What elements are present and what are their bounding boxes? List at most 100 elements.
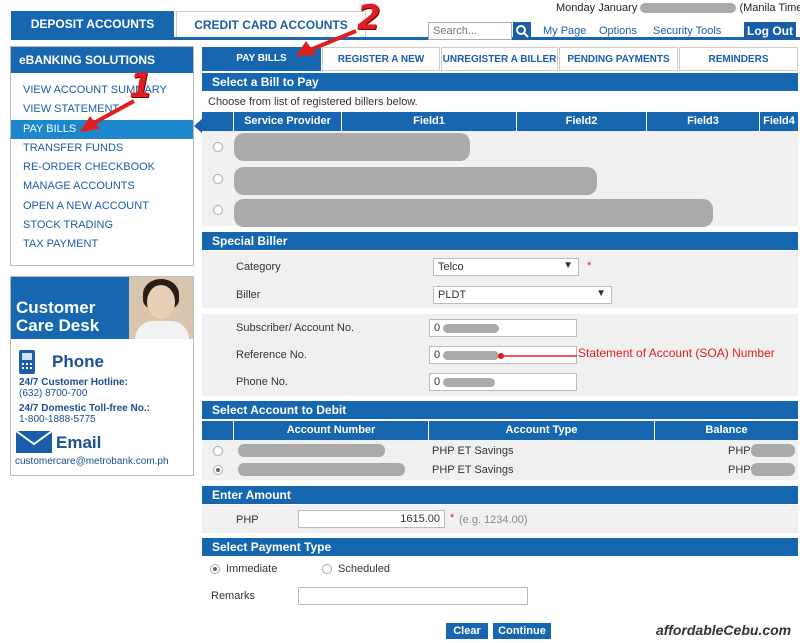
annotation-pointer — [497, 351, 577, 359]
debit-row-2-type: PHP ET Savings — [432, 464, 514, 476]
annotation-arrow-1 — [70, 98, 138, 138]
payment-immediate-label: Immediate — [226, 563, 278, 575]
date-text: Monday January — [556, 2, 638, 14]
date-line: Monday January (Manila Time) — [556, 2, 800, 14]
subscriber-value: 0 — [434, 322, 441, 334]
care-tollfree-label: 24/7 Domestic Toll-free No.: — [19, 403, 150, 414]
debit-account-1-redacted — [238, 444, 385, 457]
amount-input[interactable]: 1615.00 — [298, 510, 445, 528]
subscriber-input[interactable]: 0 — [429, 319, 577, 337]
reference-label: Reference No. — [236, 349, 307, 361]
top-divider — [11, 37, 800, 40]
debit-row-1-type: PHP ET Savings — [432, 445, 514, 457]
debit-balance-1-redacted — [751, 444, 795, 457]
debit-balance-2-redacted — [751, 463, 795, 476]
email-icon — [15, 430, 53, 454]
col-radio — [202, 112, 234, 131]
timezone-text: (Manila Time) — [739, 2, 800, 14]
sidebar: eBANKING SOLUTIONS VIEW ACCOUNT SUMMARY … — [10, 46, 194, 266]
debit-radio-1[interactable] — [213, 446, 223, 456]
care-email-address[interactable]: customercare@metrobank.com.ph — [15, 456, 169, 467]
tab-deposit-accounts[interactable]: DEPOSIT ACCOUNTS — [11, 11, 174, 37]
tab-pending-payments[interactable]: PENDING PAYMENTS — [559, 47, 678, 71]
care-hotline-label: 24/7 Customer Hotline: — [19, 377, 128, 388]
sidebar-item-tax-payment[interactable]: TAX PAYMENT — [11, 235, 193, 254]
biller-value: PLDT — [438, 289, 467, 301]
logout-button[interactable]: Log Out — [744, 22, 796, 40]
care-header: Customer Care Desk — [11, 277, 193, 339]
annotation-number-2: 2 — [357, 0, 381, 38]
amount-hint: (e.g. 1234.00) — [459, 514, 528, 526]
link-security-tools[interactable]: Security Tools — [653, 25, 721, 37]
subscriber-label: Subscriber/ Account No. — [236, 322, 355, 334]
debit-row-1-currency: PHP — [728, 445, 751, 457]
debit-radio-2[interactable] — [213, 465, 223, 475]
search-button[interactable] — [513, 22, 531, 40]
subscriber-redacted — [443, 323, 500, 333]
reference-redacted — [443, 350, 500, 360]
sidebar-item-open-new-account[interactable]: OPEN A NEW ACCOUNT — [11, 197, 193, 216]
category-select[interactable]: Telco ▼ — [433, 258, 579, 276]
debit-col-account-number: Account Number — [234, 421, 429, 440]
care-agent-photo — [129, 277, 193, 339]
debit-account-2-redacted — [238, 463, 405, 476]
select-bill-subtitle: Choose from list of registered billers b… — [208, 96, 418, 108]
care-email-label: Email — [56, 433, 102, 452]
col-field2: Field2 — [517, 112, 647, 131]
redacted-date — [640, 3, 737, 14]
col-field1: Field1 — [342, 112, 517, 131]
sidebar-item-transfer-funds[interactable]: TRANSFER FUNDS — [11, 139, 193, 158]
phone-redacted — [443, 377, 496, 387]
search-input[interactable] — [428, 22, 512, 40]
biller-select[interactable]: PLDT ▼ — [433, 286, 612, 304]
section-select-bill: Select a Bill to Pay — [202, 73, 798, 91]
tab-unregister-biller[interactable]: UNREGISTER A BILLER — [441, 47, 558, 71]
sidebar-title: eBANKING SOLUTIONS — [11, 47, 193, 73]
care-hotline-number: (632) 8700-700 — [19, 388, 88, 399]
sidebar-item-reorder-checkbook[interactable]: RE-ORDER CHECKBOOK — [11, 158, 193, 177]
phone-input[interactable]: 0 — [429, 373, 577, 391]
required-mark-amount: * — [450, 512, 455, 524]
col-field4: Field4 — [760, 112, 798, 131]
debit-col-account-type: Account Type — [429, 421, 655, 440]
section-enter-amount: Enter Amount — [202, 486, 798, 504]
care-tollfree-number: 1-800-1888-5775 — [19, 414, 96, 425]
section-special-biller: Special Biller — [202, 232, 798, 250]
sidebar-item-stock-trading[interactable]: STOCK TRADING — [11, 216, 193, 235]
biller-radio-1[interactable] — [213, 142, 223, 152]
section-payment-type: Select Payment Type — [202, 538, 798, 556]
sidebar-item-manage-accounts[interactable]: MANAGE ACCOUNTS — [11, 177, 193, 196]
col-field3: Field3 — [647, 112, 760, 131]
link-my-page[interactable]: My Page — [543, 25, 586, 37]
biller-row-3-redacted[interactable] — [234, 199, 713, 227]
payment-scheduled-radio[interactable] — [322, 564, 332, 574]
biller-row-2-redacted[interactable] — [234, 167, 597, 195]
payment-scheduled-label: Scheduled — [338, 563, 390, 575]
phone-value: 0 — [434, 376, 441, 388]
biller-radio-2[interactable] — [213, 174, 223, 184]
amount-currency: PHP — [236, 514, 259, 526]
biller-row-1-redacted[interactable] — [234, 133, 470, 161]
phone-icon — [17, 349, 39, 375]
watermark: affordableCebu.com — [656, 622, 792, 638]
phone-label: Phone No. — [236, 376, 288, 388]
payment-immediate-radio[interactable] — [210, 564, 220, 574]
col-service-provider: Service Provider — [234, 112, 342, 131]
link-options[interactable]: Options — [599, 25, 637, 37]
reference-value: 0 — [434, 349, 441, 361]
tab-reminders[interactable]: REMINDERS — [679, 47, 798, 71]
clear-button[interactable]: Clear — [446, 623, 488, 639]
category-value: Telco — [438, 261, 464, 273]
continue-button[interactable]: Continue — [493, 623, 551, 639]
chevron-down-icon: ▼ — [596, 288, 606, 299]
remarks-label: Remarks — [211, 590, 256, 602]
debit-row-2-currency: PHP — [728, 464, 751, 476]
page-root: DEPOSIT ACCOUNTS CREDIT CARD ACCOUNTS Mo… — [0, 0, 800, 643]
annotation-arrow-2 — [290, 28, 360, 60]
debit-col-balance: Balance — [655, 421, 798, 440]
remarks-input[interactable] — [298, 587, 528, 605]
search-icon — [516, 25, 529, 38]
chevron-down-icon: ▼ — [563, 260, 573, 271]
biller-radio-3[interactable] — [213, 205, 223, 215]
customer-care-panel: Customer Care Desk Phone 24/7 Customer H… — [10, 276, 194, 476]
